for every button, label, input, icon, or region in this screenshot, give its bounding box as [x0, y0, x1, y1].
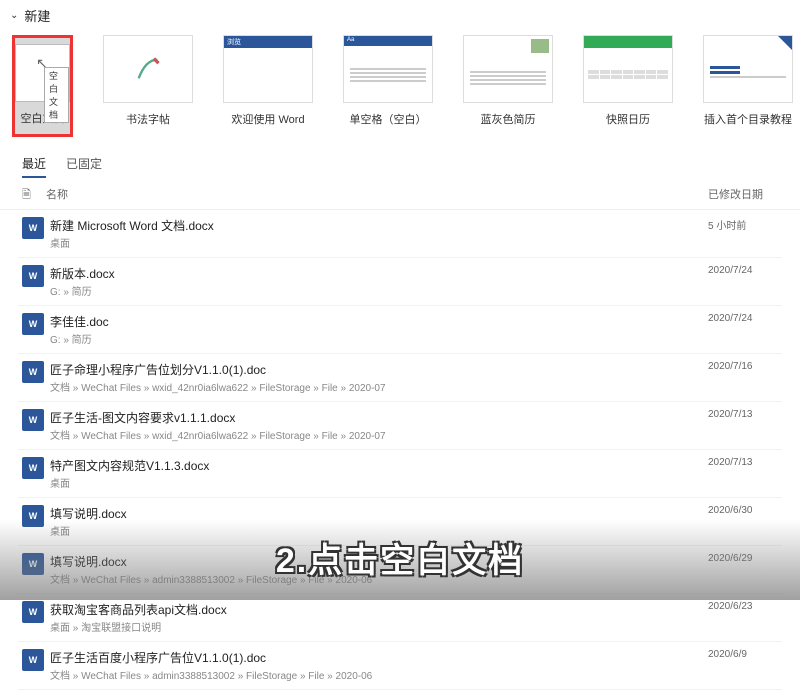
file-name: 获取淘宝客商品列表api文档.docx — [50, 601, 708, 618]
template-thumb: ↖ 空白文档 — [15, 44, 70, 102]
file-row[interactable]: W 匠子命理小程序广告位划分V1.1.0(1).doc文档 » WeChat Fi… — [18, 354, 782, 402]
template-toc-tutorial[interactable]: 插入首个目录教程 — [703, 35, 793, 137]
file-info: 获取淘宝客商品列表api文档.docx桌面 » 淘宝联盟接口说明 — [50, 601, 708, 634]
file-path: 桌面 » 淘宝联盟接口说明 — [50, 619, 708, 634]
col-date: 已修改日期 — [708, 186, 778, 205]
file-date: 2020/6/30 — [708, 505, 778, 516]
file-name: 匠子命理小程序广告位划分V1.1.0(1).doc — [50, 361, 708, 378]
file-row[interactable]: W 新版本.docxG: » 简历2020/7/24 — [18, 258, 782, 306]
template-thumb: 浏览 — [223, 35, 313, 103]
file-path: 文档 » WeChat Files » wxid_42nr0ia6lwa622 … — [50, 379, 708, 394]
template-resume[interactable]: 蓝灰色简历 — [463, 35, 553, 137]
template-thumb — [463, 35, 553, 103]
file-row[interactable]: W 匠子生活-图文内容要求v1.1.1.docx文档 » WeChat Files… — [18, 402, 782, 450]
list-header: 🗎 名称 已修改日期 — [0, 178, 800, 210]
tabs: 最近 已固定 — [0, 147, 800, 178]
file-name: 新版本.docx — [50, 265, 708, 282]
template-thumb — [103, 35, 193, 103]
section-header: ⌄ 新建 — [0, 0, 800, 31]
file-name: 李佳佳.doc — [50, 313, 708, 330]
word-doc-icon: W — [22, 601, 44, 623]
word-doc-icon: W — [22, 553, 44, 575]
file-name: 新建 Microsoft Word 文档.docx — [50, 217, 708, 234]
file-info: 新建 Microsoft Word 文档.docx桌面 — [50, 217, 708, 250]
file-path: 桌面 — [50, 475, 708, 490]
file-name: 匠子生活-图文内容要求v1.1.1.docx — [50, 409, 708, 426]
file-info: 特产图文内容规范V1.1.3.docx桌面 — [50, 457, 708, 490]
template-label: 欢迎使用 Word — [231, 111, 304, 127]
template-label: 快照日历 — [606, 111, 650, 127]
file-path: G: » 简历 — [50, 283, 708, 298]
file-info: 李佳佳.docG: » 简历 — [50, 313, 708, 346]
chevron-down-icon: ⌄ — [10, 10, 18, 21]
file-info: 填写说明.docx桌面 — [50, 505, 708, 538]
template-calligraphy[interactable]: 书法字帖 — [103, 35, 193, 137]
file-date: 2020/6/29 — [708, 553, 778, 564]
file-date: 2020/7/24 — [708, 265, 778, 276]
word-doc-icon: W — [22, 457, 44, 479]
word-doc-icon: W — [22, 649, 44, 671]
file-date: 2020/6/23 — [708, 601, 778, 612]
file-info: 新版本.docxG: » 简历 — [50, 265, 708, 298]
template-single-space[interactable]: Aa 单空格（空白） — [343, 35, 433, 137]
file-name: 填写说明.docx — [50, 505, 708, 522]
template-thumb — [703, 35, 793, 103]
tab-pinned[interactable]: 已固定 — [66, 155, 102, 178]
file-row[interactable]: W 填写说明.docx桌面2020/6/30 — [18, 498, 782, 546]
file-list: W新建 Microsoft Word 文档.docx桌面5 小时前W新版本.do… — [0, 210, 800, 690]
template-calendar[interactable]: 快照日历 — [583, 35, 673, 137]
template-thumb — [583, 35, 673, 103]
file-date: 2020/7/16 — [708, 361, 778, 372]
template-welcome[interactable]: 浏览 欢迎使用 Word — [223, 35, 313, 137]
file-row[interactable]: W 特产图文内容规范V1.1.3.docx桌面2020/7/13 — [18, 450, 782, 498]
tooltip: 空白文档 — [44, 67, 69, 123]
template-label: 蓝灰色简历 — [481, 111, 536, 127]
col-name: 名称 — [46, 186, 708, 205]
file-path: G: » 简历 — [50, 331, 708, 346]
file-name: 匠子生活百度小程序广告位V1.1.0(1).doc — [50, 649, 708, 666]
word-doc-icon: W — [22, 505, 44, 527]
file-row[interactable]: W 填写说明.docx文档 » WeChat Files » admin33885… — [18, 546, 782, 594]
word-doc-icon: W — [22, 409, 44, 431]
file-row[interactable]: W 匠子生活百度小程序广告位V1.1.0(1).doc文档 » WeChat Fi… — [18, 642, 782, 690]
file-info: 匠子生活百度小程序广告位V1.1.0(1).doc文档 » WeChat Fil… — [50, 649, 708, 682]
word-doc-icon: W — [22, 313, 44, 335]
file-path: 文档 » WeChat Files » admin3388513002 » Fi… — [50, 667, 708, 682]
file-info: 匠子命理小程序广告位划分V1.1.0(1).doc文档 » WeChat Fil… — [50, 361, 708, 394]
tab-recent[interactable]: 最近 — [22, 155, 46, 178]
file-path: 桌面 — [50, 235, 708, 250]
file-info: 填写说明.docx文档 » WeChat Files » admin338851… — [50, 553, 708, 586]
section-title: 新建 — [24, 6, 50, 25]
template-label: 书法字帖 — [126, 111, 170, 127]
file-date: 2020/7/24 — [708, 313, 778, 324]
file-name: 填写说明.docx — [50, 553, 708, 570]
file-row[interactable]: W 获取淘宝客商品列表api文档.docx桌面 » 淘宝联盟接口说明2020/6/… — [18, 594, 782, 642]
word-doc-icon: W — [22, 217, 44, 239]
word-doc-icon: W — [22, 361, 44, 383]
file-date: 2020/7/13 — [708, 457, 778, 468]
col-icon: 🗎 — [22, 186, 46, 205]
file-date: 2020/7/13 — [708, 409, 778, 420]
template-blank-document[interactable]: ↖ 空白文档 空白文档 — [12, 35, 73, 137]
file-name: 特产图文内容规范V1.1.3.docx — [50, 457, 708, 474]
file-path: 文档 » WeChat Files » admin3388513002 » Fi… — [50, 571, 708, 586]
file-date: 2020/6/9 — [708, 649, 778, 660]
template-label: 插入首个目录教程 — [704, 111, 792, 127]
file-path: 文档 » WeChat Files » wxid_42nr0ia6lwa622 … — [50, 427, 708, 442]
file-date: 5 小时前 — [708, 217, 778, 232]
file-path: 桌面 — [50, 523, 708, 538]
templates-row: ↖ 空白文档 空白文档 书法字帖 浏览 欢迎使用 Word Aa 单空格（空白）… — [0, 31, 800, 147]
template-label: 单空格（空白） — [350, 111, 427, 127]
file-row[interactable]: W 李佳佳.docG: » 简历2020/7/24 — [18, 306, 782, 354]
template-thumb: Aa — [343, 35, 433, 103]
file-info: 匠子生活-图文内容要求v1.1.1.docx文档 » WeChat Files … — [50, 409, 708, 442]
file-row[interactable]: W 新建 Microsoft Word 文档.docx桌面5 小时前 — [18, 210, 782, 258]
word-doc-icon: W — [22, 265, 44, 287]
